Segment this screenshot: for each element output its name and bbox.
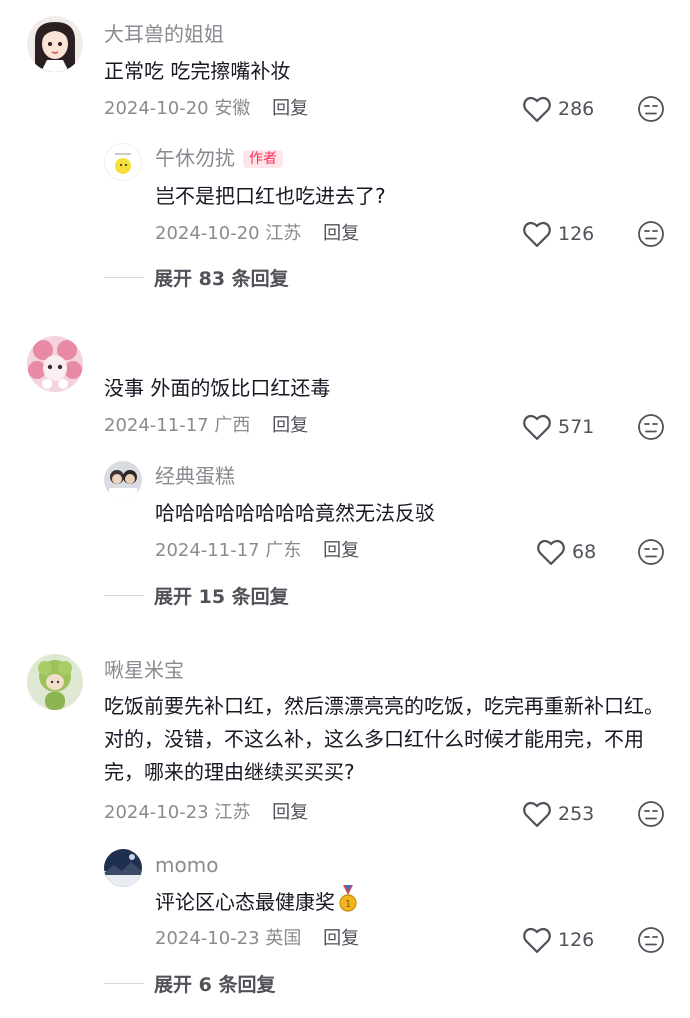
comment-date: 2024-11-17 [104,415,209,436]
gold-medal-icon: 1 [337,885,359,923]
comment-text: 没事 外面的饭比口红还毒 [104,376,331,400]
avatar[interactable] [27,336,83,392]
reply-text: 哈哈哈哈哈哈哈哈竟然无法反驳 [155,501,435,525]
reply-text-row: 评论区心态最健康奖 1 [155,885,359,923]
dislike-button[interactable] [637,220,665,248]
comment-text: 吃饭前要先补口红，然后漂漂亮亮的吃饭，吃完再重新补口红。对的，没错，不这么补，这… [104,694,664,784]
svg-text:1: 1 [345,899,351,910]
avatar[interactable] [27,16,83,72]
avatar-girl-illustration [27,16,83,72]
divider-line [104,983,144,984]
comment-meta: 2024-10-23 江苏 回复 [104,801,308,825]
like-count: 286 [558,98,595,120]
unamused-face-icon [637,413,665,441]
expand-replies-button[interactable]: 展开 83 条回复 [104,264,289,291]
like-count: 253 [558,803,595,825]
dislike-button[interactable] [637,95,665,123]
comment-meta: 2024-11-17 广西 回复 [104,414,308,438]
reply-avatar[interactable] [104,143,142,181]
reply-username[interactable]: momo [155,852,218,878]
reply-location: 英国 [265,928,302,949]
like-button[interactable]: 126 [522,926,594,954]
expand-replies-button[interactable]: 展开 6 条回复 [104,970,275,997]
comment-username[interactable]: 大耳兽的姐姐 [104,21,224,47]
reply-meta: 2024-10-23 英国 回复 [155,927,359,951]
reply-username-row: 午休勿扰 作者 [155,145,283,172]
comment-location: 安徽 [214,98,251,119]
like-button[interactable]: 253 [522,800,594,828]
reply-text: 评论区心态最健康奖 [155,890,335,914]
heart-outline-icon [536,538,566,566]
comment-username[interactable]: 啾星米宝 [104,657,184,683]
reply-meta: 2024-10-20 江苏 回复 [155,222,359,246]
dislike-button[interactable] [637,538,665,566]
avatar-green-figure-illustration [27,654,83,710]
like-button[interactable]: 126 [522,220,594,248]
like-count: 68 [572,541,597,563]
like-count: 126 [558,223,595,245]
reply-location: 江苏 [265,223,302,244]
reply-button[interactable]: 回复 [272,415,308,436]
reply-button[interactable]: 回复 [323,540,359,561]
reply-date: 2024-10-23 [155,928,260,949]
avatar-landscape-photo [104,849,142,887]
author-badge: 作者 [243,150,283,168]
dislike-button[interactable] [637,413,665,441]
reply-avatar[interactable] [104,849,142,887]
unamused-face-icon [637,95,665,123]
unamused-face-icon [637,800,665,828]
avatar-couple-photo [104,461,142,499]
comment-text: 正常吃 吃完擦嘴补妆 [104,59,291,83]
like-button[interactable]: 68 [536,538,596,566]
comment-date: 2024-10-23 [104,802,209,823]
like-count: 126 [558,929,595,951]
like-button[interactable]: 286 [522,95,594,123]
expand-replies-label: 展开 6 条回复 [154,974,276,996]
reply-button[interactable]: 回复 [323,928,359,949]
expand-replies-label: 展开 83 条回复 [154,268,289,290]
dislike-button[interactable] [637,800,665,828]
reply-meta: 2024-11-17 广东 回复 [155,539,359,563]
heart-outline-icon [522,95,552,123]
heart-outline-icon [522,220,552,248]
comment-location: 广西 [214,415,251,436]
like-button[interactable]: 571 [522,413,594,441]
reply-button[interactable]: 回复 [272,98,308,119]
dislike-button[interactable] [637,926,665,954]
unamused-face-icon [637,926,665,954]
comment-meta: 2024-10-20 安徽 回复 [104,97,308,121]
comment-location: 江苏 [214,802,251,823]
reply-date: 2024-10-20 [155,223,260,244]
avatar-chick-illustration [105,144,141,180]
heart-outline-icon [522,926,552,954]
reply-location: 广东 [265,540,302,561]
unamused-face-icon [637,538,665,566]
divider-line [104,595,144,596]
like-count: 571 [558,416,595,438]
avatar-pink-hair-illustration [27,336,83,392]
unamused-face-icon [637,220,665,248]
heart-outline-icon [522,413,552,441]
expand-replies-label: 展开 15 条回复 [154,586,289,608]
reply-avatar[interactable] [104,461,142,499]
expand-replies-button[interactable]: 展开 15 条回复 [104,582,289,609]
divider-line [104,277,144,278]
reply-username[interactable]: 午休勿扰 [155,146,235,170]
comment-date: 2024-10-20 [104,98,209,119]
reply-username[interactable]: 经典蛋糕 [155,463,235,489]
reply-button[interactable]: 回复 [323,223,359,244]
reply-button[interactable]: 回复 [272,802,308,823]
avatar[interactable] [27,654,83,710]
reply-date: 2024-11-17 [155,540,260,561]
heart-outline-icon [522,800,552,828]
reply-text: 岂不是把口红也吃进去了? [155,184,386,208]
